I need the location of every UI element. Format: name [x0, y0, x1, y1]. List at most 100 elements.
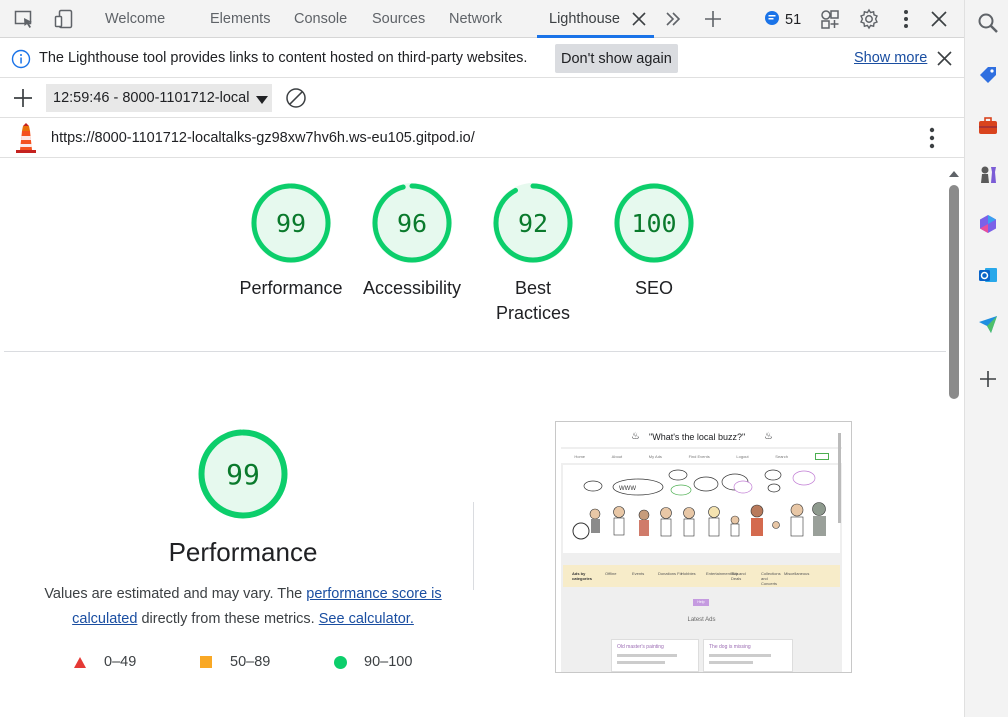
issues-counter[interactable]: 51	[764, 10, 801, 30]
gauge-label: Performance	[239, 278, 343, 298]
score-gauge-accessibility[interactable]: 96 Accessibility	[352, 182, 472, 301]
legend-range: 50–89	[230, 654, 271, 670]
tab-elements[interactable]: Elements	[210, 0, 270, 38]
thumb-hero: WWW	[563, 465, 840, 553]
thumb-nav-item: About	[611, 453, 623, 459]
inspect-element-icon[interactable]	[12, 7, 36, 31]
gauge-label: Best Practices	[495, 278, 571, 323]
audited-url-bar: https://8000-1101712-localtalks-gz98xw7h…	[0, 118, 964, 158]
thumb-ad-title: The dog is missing	[709, 644, 751, 650]
average-square-icon	[200, 656, 212, 668]
dropdown-caret-icon	[256, 93, 268, 109]
legend-range: 0–49	[104, 654, 137, 670]
tab-welcome[interactable]: Welcome	[105, 0, 165, 38]
devtools-tabbar: Welcome Elements Console Sources Network…	[0, 0, 964, 38]
outlook-icon[interactable]	[977, 264, 999, 286]
gauge-score: 99	[275, 208, 307, 238]
thumb-nav-item: Find Events	[688, 453, 710, 459]
thumb-nav-item: Home	[574, 453, 585, 459]
thumb-ad-meta	[709, 661, 753, 664]
perf-desc-text-1: Values are estimated and may vary. The	[44, 586, 307, 602]
more-options-icon[interactable]	[894, 7, 918, 31]
new-report-plus-icon[interactable]	[13, 88, 33, 113]
thumb-nav: Home About My Ads Find Events Logout Sea…	[561, 449, 842, 463]
more-tabs-icon[interactable]	[661, 7, 685, 31]
scroll-up-arrow-icon[interactable]	[948, 166, 960, 177]
issues-count: 51	[785, 12, 802, 28]
scrollbar-thumb[interactable]	[949, 185, 959, 399]
thumb-cat-item: Collections and Concerts	[761, 571, 781, 586]
performance-gauge-large: 99	[197, 428, 289, 520]
thumb-categories-bar: Ads by categories Offline Events Donatio…	[563, 565, 840, 587]
tab-console[interactable]: Console	[294, 0, 347, 38]
clear-reports-icon[interactable]	[285, 87, 307, 114]
customize-icon[interactable]	[818, 7, 842, 31]
add-sidebar-app-icon[interactable]	[977, 368, 999, 390]
close-devtools-icon[interactable]	[927, 7, 951, 31]
score-gauge-seo[interactable]: 100 SEO	[594, 182, 714, 301]
score-gauge-performance[interactable]: 99 Performance	[231, 182, 351, 301]
legend-range: 90–100	[364, 654, 413, 670]
url-menu-icon[interactable]	[929, 127, 935, 153]
thumb-nav-item: Search	[775, 453, 788, 459]
thumb-header: ♨ "What's the local buzz?" ♨	[561, 427, 842, 447]
thumb-cat-item: Buy and Deals	[731, 571, 746, 581]
dont-show-again-button[interactable]: Don't show again	[555, 44, 678, 73]
thumb-ad-meta	[617, 661, 665, 664]
send-paper-plane-icon[interactable]	[977, 313, 999, 335]
add-tab-icon[interactable]	[701, 7, 725, 31]
thumb-site-title: "What's the local buzz?"	[649, 432, 746, 442]
search-icon[interactable]	[977, 12, 999, 34]
section-divider	[4, 351, 946, 352]
third-party-infobar: The Lighthouse tool provides links to co…	[0, 39, 964, 78]
tab-lighthouse[interactable]: Lighthouse	[549, 0, 620, 38]
tab-sources[interactable]: Sources	[372, 0, 425, 38]
pass-circle-icon	[334, 655, 347, 669]
thumb-latest-ads: Latest Ads	[687, 617, 716, 623]
tools-briefcase-icon[interactable]	[977, 115, 999, 137]
tab-network[interactable]: Network	[449, 0, 502, 38]
vertical-divider	[473, 502, 474, 590]
settings-gear-icon[interactable]	[857, 7, 881, 31]
svg-text:WWW: WWW	[619, 486, 636, 492]
thumb-ad-meta	[709, 654, 771, 657]
see-calculator-link[interactable]: See calculator.	[319, 611, 414, 627]
microsoft-365-icon[interactable]	[977, 213, 999, 235]
shopping-tag-icon[interactable]	[977, 64, 999, 86]
infobar-message: The Lighthouse tool provides links to co…	[39, 50, 528, 66]
legend-pass: 90–100	[334, 654, 412, 670]
gauge-label: SEO	[634, 278, 673, 298]
device-toolbar-icon[interactable]	[52, 7, 76, 31]
thumb-bell-icon-2: ♨	[764, 431, 773, 442]
info-icon	[11, 49, 31, 73]
close-infobar-icon[interactable]	[936, 50, 953, 71]
screenshot-page: ♨ "What's the local buzz?" ♨ Home About …	[561, 427, 842, 672]
thumb-bell-icon: ♨	[631, 431, 640, 442]
thumb-ad-meta	[617, 654, 677, 657]
thumb-scrollbar	[838, 433, 841, 523]
thumb-cat-item: Offline	[605, 571, 617, 576]
score-gauge-best-practices[interactable]: 92 Best Practices	[473, 182, 593, 326]
thumb-cat-item: Miscellaneous	[784, 571, 810, 576]
thumb-nav-item: My Ads	[648, 453, 662, 459]
gauge-score: 100	[631, 208, 677, 238]
thumb-nav-item: Logout	[736, 453, 749, 459]
thumb-ad-title: Old master's painting	[617, 644, 664, 650]
gauge-label: Accessibility	[362, 278, 462, 298]
performance-description: Values are estimated and may vary. The p…	[30, 582, 456, 631]
thumb-search-button	[814, 452, 829, 460]
thumb-ad-card: Old master's painting	[611, 639, 699, 672]
close-tab-icon[interactable]	[627, 7, 651, 31]
fail-triangle-icon	[74, 656, 86, 668]
active-tab-indicator	[537, 35, 654, 38]
final-screenshot-thumbnail[interactable]: ♨ "What's the local buzz?" ♨ Home About …	[555, 421, 852, 673]
thumb-hero-illustration: WWW	[572, 469, 826, 540]
thumb-ad-card: The dog is missing	[703, 639, 793, 672]
show-more-link[interactable]: Show more	[854, 50, 927, 66]
report-selector-value: 12:59:46 - 8000-1101712-local	[53, 90, 250, 106]
games-chess-icon[interactable]	[977, 163, 999, 185]
report-selector[interactable]: 12:59:46 - 8000-1101712-local	[46, 84, 272, 112]
thumb-cat-item: Hobbies	[681, 571, 696, 576]
thumb-badge: Help	[693, 599, 709, 606]
thumb-cat-item: Events	[632, 571, 645, 576]
